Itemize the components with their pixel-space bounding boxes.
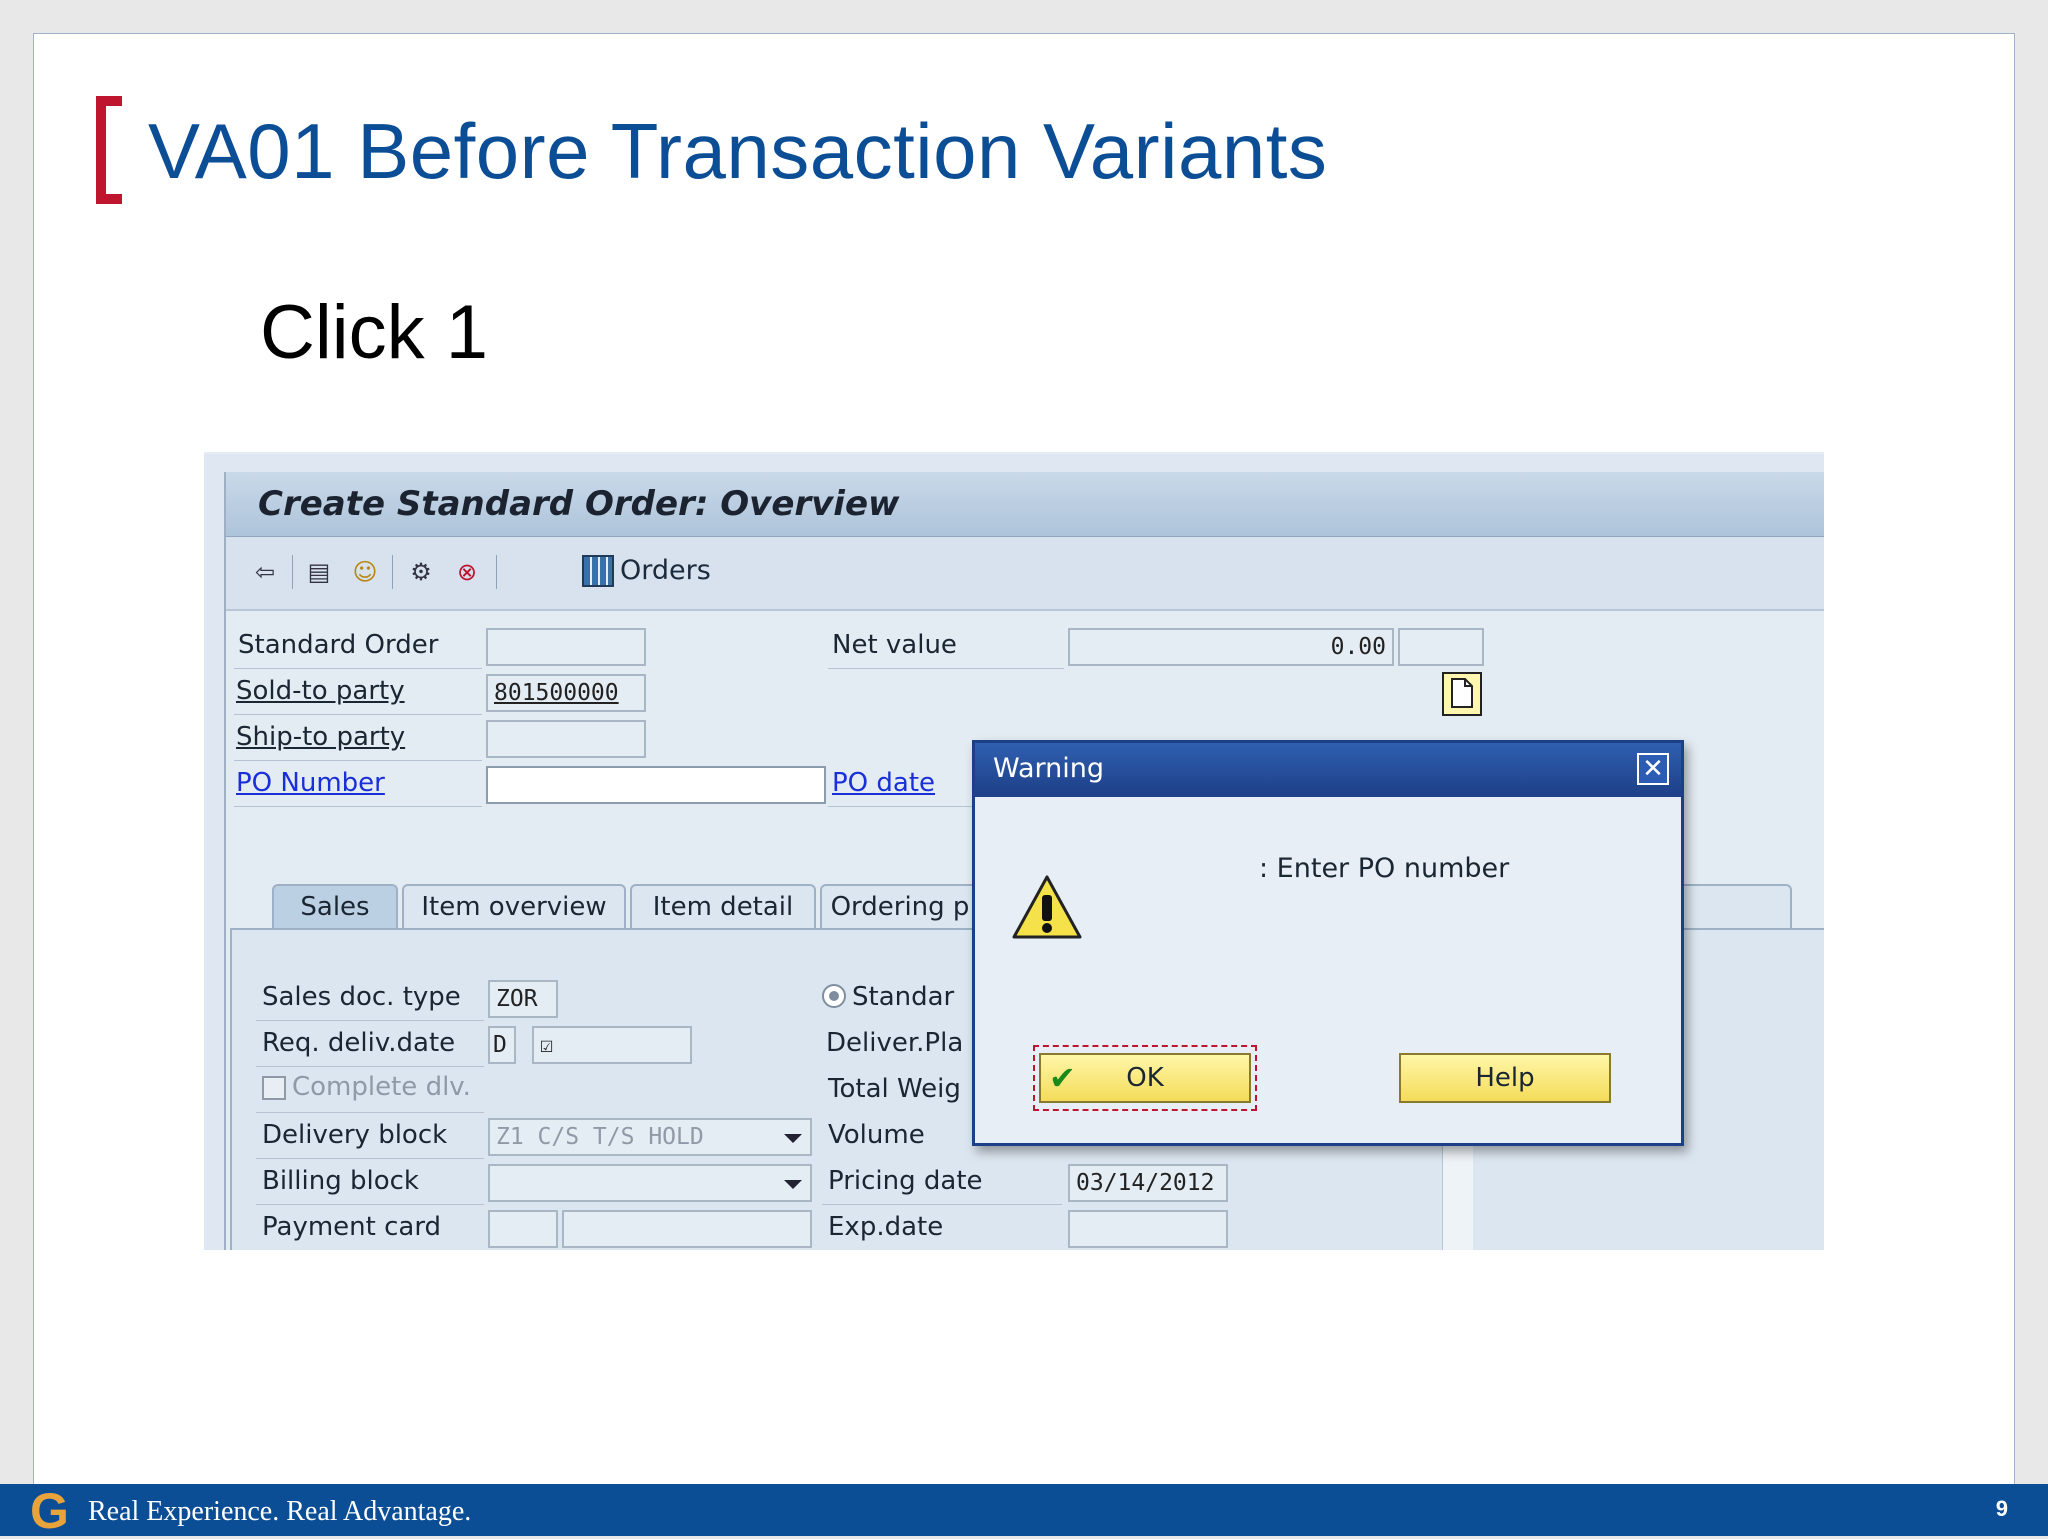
sap-application-toolbar: ⇦ ▤ ☺ ⚙ ⊗ Orders (226, 537, 1824, 611)
req-deliv-date-prefix-field[interactable]: D (488, 1026, 516, 1064)
slide-subtitle: Click 1 (260, 290, 489, 375)
partner-icon[interactable]: ☺ (350, 557, 380, 587)
sales-doc-type-label: Sales doc. type (262, 982, 461, 1012)
payment-card-label: Payment card (262, 1212, 442, 1242)
help-button[interactable]: Help (1399, 1053, 1611, 1103)
document-icon[interactable] (1442, 672, 1482, 716)
row-divider (234, 714, 482, 715)
sap-window: Create Standard Order: Overview ⇦ ▤ ☺ ⚙ … (224, 472, 1824, 1250)
total-weight-label: Total Weig (828, 1074, 961, 1104)
page-number: 9 (1995, 1496, 2008, 1521)
ship-to-party-label[interactable]: Ship-to party (236, 722, 405, 752)
sap-window-title: Create Standard Order: Overview (258, 484, 900, 524)
dialog-message: : Enter PO number (1259, 853, 1510, 884)
req-deliv-date-field[interactable]: ☑ (532, 1026, 692, 1064)
net-value-field: 0.00 (1068, 628, 1394, 666)
company-logo: G (30, 1483, 69, 1539)
po-number-label[interactable]: PO Number (236, 768, 385, 798)
row-divider (234, 760, 482, 761)
delete-icon[interactable]: ⊗ (452, 557, 482, 587)
row-divider (234, 668, 482, 669)
sold-to-party-field[interactable]: 801500000 (486, 674, 646, 712)
delivery-block-select[interactable]: Z1 C/S T/S HOLD (488, 1118, 812, 1156)
volume-label: Volume (828, 1120, 925, 1150)
dialog-title: Warning (993, 753, 1105, 784)
standard-label: Standar (852, 982, 955, 1012)
currency-field (1398, 628, 1484, 666)
payment-card-number-field[interactable] (562, 1210, 812, 1248)
slide-footer: G Real Experience. Real Advantage. 9 (0, 1484, 2048, 1536)
toolbar-separator (392, 555, 393, 589)
sales-doc-type-field: ZOR (488, 980, 558, 1018)
billing-block-select[interactable] (488, 1164, 812, 1202)
payment-card-type-field[interactable] (488, 1210, 558, 1248)
standard-order-label: Standard Order (238, 630, 439, 660)
standard-radio[interactable] (822, 984, 846, 1008)
row-divider (256, 1020, 484, 1021)
pricing-date-label: Pricing date (828, 1166, 983, 1196)
po-number-input[interactable] (486, 766, 826, 804)
warning-dialog: Warning ✕ : Enter PO number ✔ OK Help (972, 740, 1684, 1146)
toolbar-separator (292, 555, 293, 589)
row-divider (234, 806, 482, 807)
tab-sales[interactable]: Sales (272, 884, 398, 928)
orders-grid-icon[interactable] (582, 555, 614, 587)
warning-icon (1011, 873, 1083, 945)
billing-block-label: Billing block (262, 1166, 419, 1196)
checkmark-icon: ✔ (1049, 1059, 1076, 1097)
calendar-check-icon: ☑ (540, 1033, 554, 1058)
tab-item-detail[interactable]: Item detail (630, 884, 816, 928)
toolbar-separator (496, 555, 497, 589)
slide: VA01 Before Transaction Variants Click 1… (33, 33, 2015, 1503)
req-deliv-date-label: Req. deliv.date (262, 1028, 456, 1058)
sold-to-party-label[interactable]: Sold-to party (236, 676, 405, 706)
row-divider (822, 1204, 1062, 1205)
complete-dlv-checkbox[interactable] (262, 1076, 286, 1100)
dialog-title-bar: Warning ✕ (975, 743, 1681, 797)
ship-to-party-field[interactable] (486, 720, 646, 758)
exp-date-label: Exp.date (828, 1212, 944, 1242)
deliver-plant-label: Deliver.Pla (826, 1028, 964, 1058)
close-icon[interactable]: ✕ (1637, 753, 1669, 785)
tab-more[interactable] (1672, 884, 1792, 928)
row-divider (256, 1066, 484, 1067)
row-divider (256, 1204, 484, 1205)
sap-title-bar: Create Standard Order: Overview (226, 472, 1824, 537)
row-divider (828, 668, 1064, 669)
tab-item-overview[interactable]: Item overview (402, 884, 626, 928)
net-value-label: Net value (832, 630, 957, 660)
header-icon[interactable]: ▤ (304, 557, 334, 587)
sap-screenshot: Create Standard Order: Overview ⇦ ▤ ☺ ⚙ … (204, 452, 1824, 1250)
row-divider (256, 1112, 484, 1113)
exp-date-field[interactable] (1068, 1210, 1228, 1248)
pricing-icon[interactable]: ⚙ (406, 557, 436, 587)
complete-dlv-label: Complete dlv. (292, 1072, 471, 1102)
slide-title: VA01 Before Transaction Variants (148, 107, 1328, 195)
tab-ordering-party[interactable]: Ordering p (820, 884, 980, 928)
orders-button[interactable]: Orders (620, 555, 711, 586)
po-date-label[interactable]: PO date (832, 768, 935, 798)
footer-tagline: Real Experience. Real Advantage. (88, 1496, 472, 1527)
row-divider (256, 1158, 484, 1159)
delivery-block-label: Delivery block (262, 1120, 448, 1150)
ok-button-label: OK (1126, 1063, 1164, 1093)
standard-order-field (486, 628, 646, 666)
ok-button[interactable]: ✔ OK (1039, 1053, 1251, 1103)
display-doc-icon[interactable]: ⇦ (250, 557, 280, 587)
pricing-date-field[interactable]: 03/14/2012 (1068, 1164, 1228, 1202)
title-bracket-decoration (96, 96, 122, 204)
